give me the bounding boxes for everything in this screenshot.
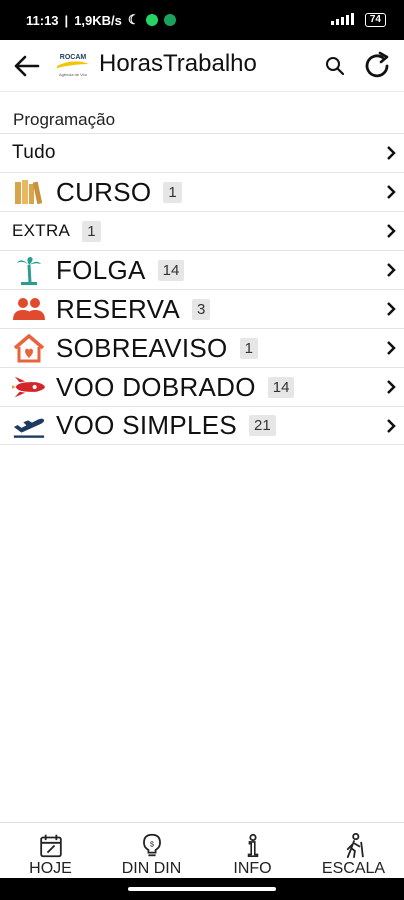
calendar-icon bbox=[39, 834, 62, 858]
nav-hoje[interactable]: HOJE bbox=[0, 823, 101, 878]
nav-label: HOJE bbox=[29, 860, 72, 877]
app-bar: ROCAM Agência de Voo HorasTrabalho bbox=[0, 40, 404, 92]
list-item-label: VOO SIMPLES bbox=[56, 410, 238, 440]
palm-tree-icon bbox=[12, 255, 46, 285]
chevron-right-icon bbox=[387, 146, 396, 160]
battery-icon: 74 bbox=[364, 13, 386, 27]
nav-label: INFO bbox=[233, 860, 272, 877]
category-list: Tudo CURSO 1 EXTRA 1 FOLGA 14 RESERVA 3 … bbox=[0, 133, 404, 445]
list-item-label: CURSO bbox=[56, 176, 152, 207]
refresh-icon bbox=[365, 51, 389, 78]
chevron-right-icon bbox=[387, 185, 396, 199]
chevron-right-icon bbox=[387, 263, 396, 277]
arrow-left-icon bbox=[14, 55, 40, 77]
svg-text:ROCAM: ROCAM bbox=[60, 54, 87, 61]
count-badge: 14 bbox=[157, 259, 185, 281]
house-icon bbox=[12, 333, 46, 363]
nav-info[interactable]: INFO bbox=[202, 823, 303, 878]
books-icon bbox=[12, 177, 46, 207]
list-item-label: Tudo bbox=[12, 142, 56, 163]
nav-label: DIN DIN bbox=[121, 860, 182, 877]
whatsapp-icon bbox=[145, 14, 158, 26]
status-time: 11:13 bbox=[26, 12, 59, 28]
list-item-label: VOO DOBRADO bbox=[56, 371, 256, 402]
list-item-label: FOLGA bbox=[56, 254, 146, 285]
list-item-voo-dobrado[interactable]: VOO DOBRADO 14 bbox=[0, 367, 404, 406]
info-icon bbox=[247, 833, 258, 858]
notification-icon bbox=[163, 14, 176, 26]
section-title: Programação bbox=[13, 110, 116, 129]
moon-icon: ☾ bbox=[127, 12, 140, 27]
list-item-extra[interactable]: EXTRA 1 bbox=[0, 211, 404, 250]
list-item-label: SOBREAVISO bbox=[56, 332, 228, 363]
nav-escala[interactable]: ESCALA bbox=[303, 823, 404, 878]
nav-label: ESCALA bbox=[321, 860, 386, 877]
chevron-right-icon bbox=[387, 341, 396, 355]
page-title: HorasTrabalho bbox=[99, 50, 257, 77]
users-icon bbox=[12, 294, 46, 324]
svg-text:$: $ bbox=[150, 840, 154, 848]
list-item-sobreaviso[interactable]: SOBREAVISO 1 bbox=[0, 328, 404, 367]
plane-departure-icon bbox=[12, 411, 46, 441]
lightbulb-icon: $ bbox=[142, 833, 161, 857]
list-item-voo-simples[interactable]: VOO SIMPLES 21 bbox=[0, 406, 404, 445]
count-badge: 14 bbox=[267, 376, 295, 398]
status-speed: 1,9KB/s bbox=[74, 12, 122, 28]
hiker-icon bbox=[346, 833, 364, 858]
chevron-right-icon bbox=[387, 224, 396, 238]
count-badge: 1 bbox=[163, 181, 182, 203]
bottom-navigation: HOJE $ DIN DIN INFO ESCALA bbox=[0, 822, 404, 878]
list-item-label: EXTRA bbox=[12, 221, 71, 240]
signal-icon bbox=[330, 12, 357, 28]
chevron-right-icon bbox=[387, 302, 396, 316]
rocket-icon bbox=[12, 372, 46, 402]
list-item-reserva[interactable]: RESERVA 3 bbox=[0, 289, 404, 328]
status-bar: 11:13 | 1,9KB/s ☾ 74 bbox=[0, 0, 404, 40]
svg-text:Agência de Voo: Agência de Voo bbox=[59, 72, 88, 77]
list-item-curso[interactable]: CURSO 1 bbox=[0, 172, 404, 211]
search-icon bbox=[326, 57, 345, 76]
count-badge: 1 bbox=[82, 220, 101, 242]
list-item-label: RESERVA bbox=[56, 293, 180, 324]
search-button[interactable] bbox=[322, 53, 348, 79]
count-badge: 1 bbox=[239, 337, 258, 359]
nav-din-din[interactable]: $ DIN DIN bbox=[101, 823, 202, 878]
back-button[interactable] bbox=[10, 50, 42, 82]
list-item-folga[interactable]: FOLGA 14 bbox=[0, 250, 404, 289]
refresh-button[interactable] bbox=[360, 49, 394, 83]
count-badge: 3 bbox=[191, 298, 211, 320]
system-gesture-area bbox=[0, 878, 404, 900]
app-logo: ROCAM Agência de Voo bbox=[54, 52, 92, 78]
gesture-bar[interactable] bbox=[128, 887, 276, 891]
count-badge: 21 bbox=[249, 415, 276, 436]
chevron-right-icon bbox=[387, 380, 396, 394]
chevron-right-icon bbox=[387, 419, 396, 433]
list-item-tudo[interactable]: Tudo bbox=[0, 133, 404, 172]
